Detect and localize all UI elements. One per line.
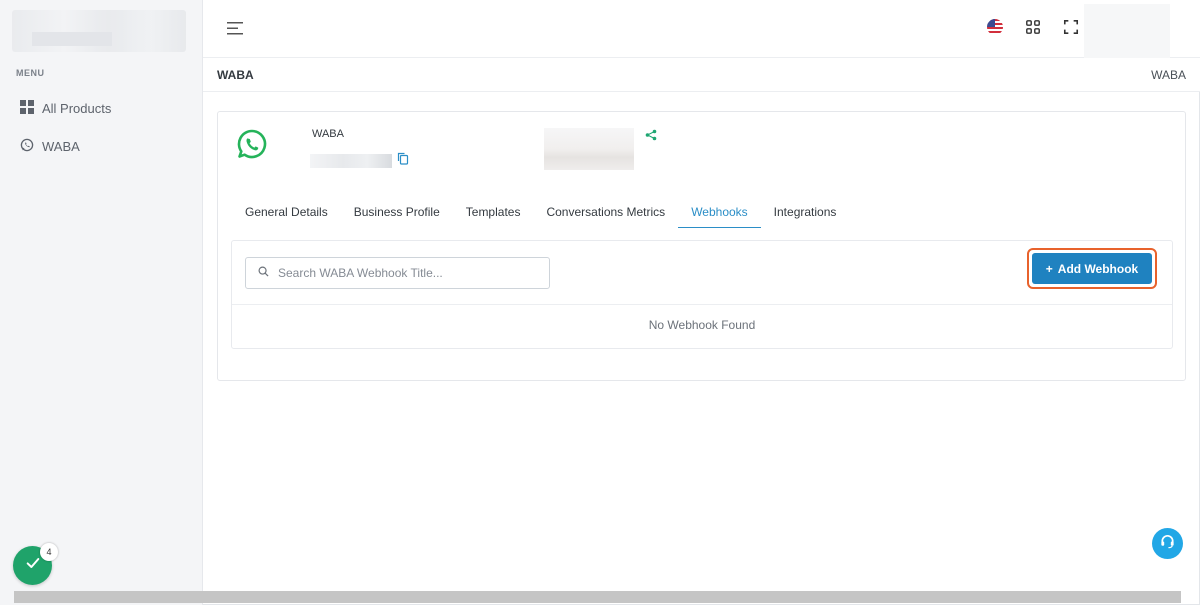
webhooks-toolbar: + Add Webhook: [232, 241, 1172, 305]
breadcrumb[interactable]: WABA: [1151, 68, 1186, 82]
tab-general-details[interactable]: General Details: [232, 202, 341, 228]
sidebar-item-label: WABA: [42, 138, 80, 154]
empty-state-message: No Webhook Found: [648, 318, 756, 332]
search-icon: [258, 264, 269, 282]
tab-webhooks[interactable]: Webhooks: [678, 202, 761, 228]
page-title-bar: WABA WABA: [203, 58, 1200, 92]
app-logo[interactable]: [12, 10, 186, 52]
support-chat-button[interactable]: [1152, 528, 1183, 559]
check-icon: [25, 555, 41, 576]
sidebar-item-waba[interactable]: WABA: [20, 136, 80, 156]
waba-card: WABA General Details Business Profile Te…: [217, 111, 1186, 381]
tab-conversations-metrics[interactable]: Conversations Metrics: [533, 202, 678, 228]
webhooks-panel: + Add Webhook No Webhook Found: [231, 240, 1173, 349]
task-count-badge: 4: [40, 543, 58, 561]
topbar-actions: [986, 18, 1080, 36]
page-title: WABA: [217, 68, 254, 82]
tab-business-profile[interactable]: Business Profile: [341, 202, 453, 228]
horizontal-scrollbar[interactable]: [14, 591, 1181, 603]
add-webhook-label: Add Webhook: [1057, 261, 1139, 276]
copy-icon[interactable]: [397, 152, 409, 165]
plus-icon: +: [1045, 261, 1053, 276]
fullscreen-icon[interactable]: [1062, 18, 1080, 36]
phone-number-redacted: [544, 128, 634, 170]
share-icon[interactable]: [645, 128, 657, 141]
sidebar-item-all-products[interactable]: All Products: [20, 98, 111, 118]
search-box[interactable]: [245, 257, 550, 289]
menu-title: MENU: [16, 68, 45, 78]
us-flag-icon[interactable]: [986, 18, 1004, 36]
account-name: WABA: [312, 128, 344, 140]
whatsapp-icon: [20, 138, 34, 155]
user-avatar[interactable]: [1084, 4, 1170, 62]
headset-icon: [1159, 533, 1176, 555]
grid-icon: [20, 99, 34, 117]
whatsapp-icon: [236, 128, 268, 160]
menu-icon[interactable]: [225, 19, 245, 37]
topbar: [203, 0, 1200, 62]
add-webhook-button[interactable]: + Add Webhook: [1032, 253, 1152, 284]
add-webhook-highlight: + Add Webhook: [1027, 248, 1157, 289]
apps-icon[interactable]: [1024, 18, 1042, 36]
tab-templates[interactable]: Templates: [453, 202, 534, 228]
sidebar-item-label: All Products: [42, 100, 112, 116]
account-id-redacted: [310, 154, 392, 168]
tab-bar: General Details Business Profile Templat…: [232, 202, 849, 228]
tab-integrations[interactable]: Integrations: [761, 202, 850, 228]
sidebar: MENU All Products WABA: [0, 0, 203, 605]
search-input[interactable]: [278, 266, 538, 280]
